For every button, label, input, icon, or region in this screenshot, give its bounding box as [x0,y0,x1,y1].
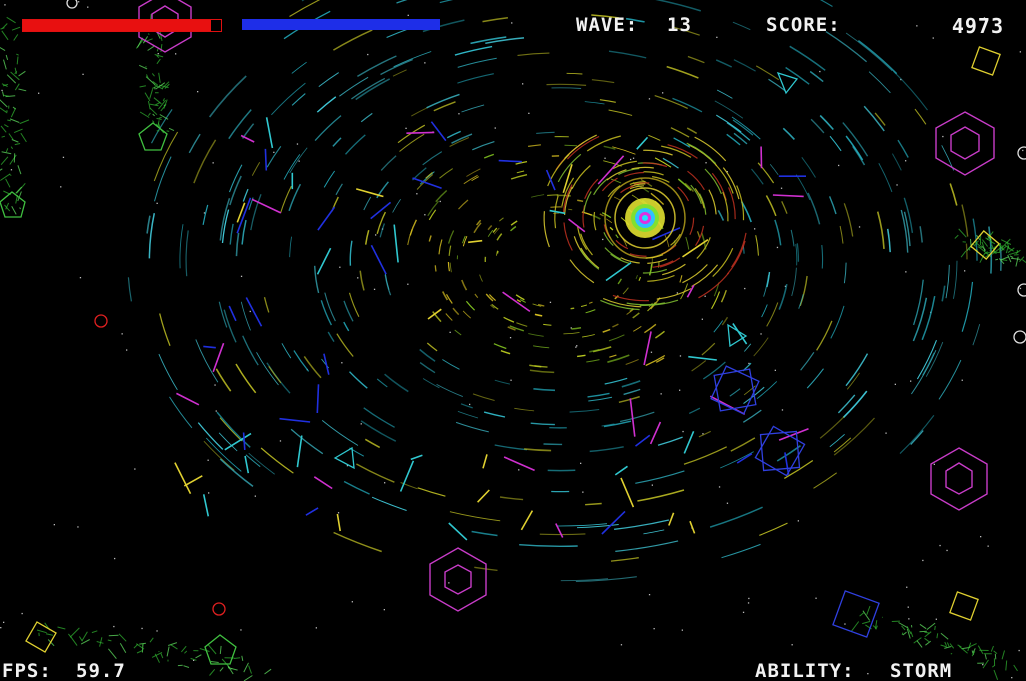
triangle-enemy-icon [776,71,799,95]
ability-value: STORM [890,660,953,681]
square-enemy-icon [754,425,806,477]
circle-enemy-icon [212,602,226,616]
circle-enemy-icon [1017,283,1026,297]
circle-enemy-icon [1013,330,1026,344]
score-value: 4973 [951,14,1004,38]
energy-bar-fill [242,19,440,30]
fps-label: FPS: [2,660,52,681]
particle-streaks [174,117,809,541]
diamond-enemy-icon [25,621,57,653]
energy-bar [242,19,440,30]
hexagon-enemy-icon [935,111,995,176]
circle-enemy-icon [1017,146,1026,160]
pentagon-enemy-icon [0,191,26,218]
particle-swirl [0,0,1026,681]
square-enemy-icon [710,365,760,415]
wave-label: WAVE: [576,14,639,36]
ability-label: ABILITY: [755,660,855,681]
pentagon-enemy-icon [138,122,168,151]
hexagon-enemy-icon [930,447,988,511]
diamond-enemy-icon [971,46,1001,76]
game-screen[interactable]: WAVE: 13 SCORE: 4973 FPS: 59.7 ABILITY: … [0,0,1026,681]
score-label: SCORE: [766,14,841,36]
triangle-enemy-icon [727,323,748,348]
circle-enemy-icon [66,0,78,9]
triangle-enemy-icon [333,446,355,470]
starfield [0,1,1024,679]
fps-value: 59.7 [76,660,126,681]
circle-enemy-icon [94,314,108,328]
game-playfield[interactable] [0,0,1026,681]
health-bar-fill [23,20,212,31]
square-enemy-icon [832,590,880,638]
diamond-enemy-icon [949,591,979,621]
wave-value: 13 [667,14,692,36]
health-bar [22,19,222,32]
hexagon-enemy-icon [429,547,487,612]
